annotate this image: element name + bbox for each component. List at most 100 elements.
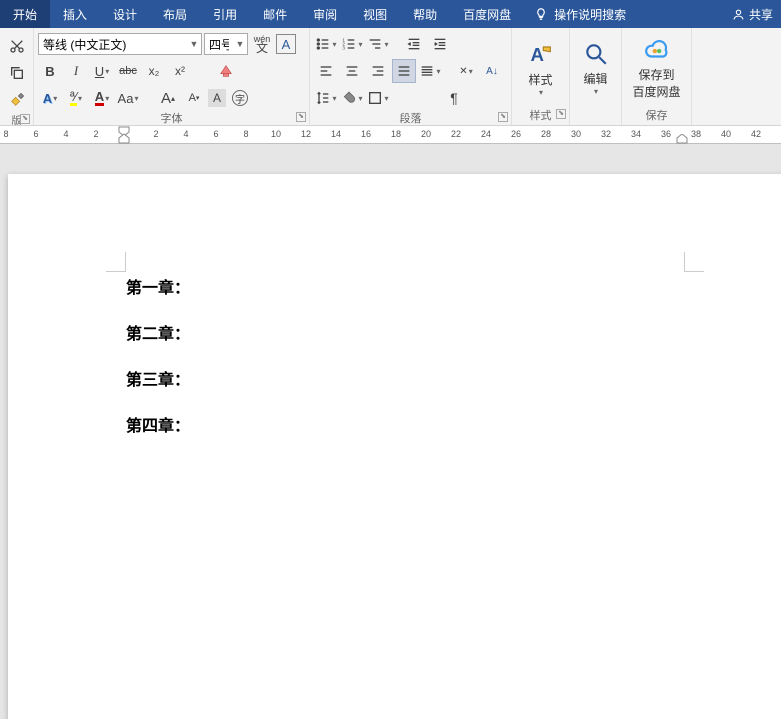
sort-button[interactable]: A↓	[480, 59, 504, 83]
document-canvas[interactable]: 第一章： 第二章： 第三章： 第四章：	[0, 144, 781, 719]
asian-layout-button[interactable]: ✕▾	[454, 59, 478, 83]
font-name-combo[interactable]: ▼	[38, 33, 202, 55]
styles-button[interactable]: A 样式 ▾	[517, 32, 565, 104]
right-indent-marker[interactable]	[676, 134, 688, 144]
cut-button[interactable]	[5, 34, 29, 58]
tab-mailings[interactable]: 邮件	[250, 0, 300, 28]
styles-group-label: 样式 ⬊	[512, 107, 569, 125]
ruler-tick: 36	[661, 129, 671, 139]
font-color-button[interactable]: A▾	[90, 86, 114, 110]
chevron-down-icon: ▾	[539, 88, 543, 97]
share-button[interactable]: 共享	[724, 0, 781, 28]
underline-button[interactable]: U▾	[90, 59, 114, 83]
ruler-tick: 12	[301, 129, 311, 139]
multilevel-list-button[interactable]: ▾	[366, 32, 390, 56]
tab-view[interactable]: 视图	[350, 0, 400, 28]
doc-line[interactable]: 第三章：	[126, 366, 190, 390]
align-right-button[interactable]	[366, 59, 390, 83]
tab-references[interactable]: 引用	[200, 0, 250, 28]
borders-button[interactable]: ▾	[366, 86, 390, 110]
clear-formatting-button[interactable]	[214, 59, 238, 83]
superscript-button[interactable]: x²	[168, 59, 192, 83]
align-left-button[interactable]	[314, 59, 338, 83]
character-border-button[interactable]: A	[276, 34, 296, 54]
decrease-indent-button[interactable]	[402, 32, 426, 56]
format-painter-button[interactable]	[5, 88, 29, 112]
ruler-tick: 40	[721, 129, 731, 139]
chevron-down-icon: ▾	[594, 87, 598, 96]
bold-button[interactable]: B	[38, 59, 62, 83]
ruler-tick: 16	[361, 129, 371, 139]
tell-me[interactable]: 操作说明搜索	[524, 0, 636, 28]
enclose-characters-button[interactable]: 字	[228, 86, 252, 110]
shading-button[interactable]: ▾	[340, 86, 364, 110]
paragraph-group-label: 段落 ⬊	[310, 110, 511, 126]
person-icon	[732, 8, 745, 21]
font-size-dropdown[interactable]: ▼	[233, 39, 247, 49]
ruler-tick: 4	[63, 129, 68, 139]
tab-insert[interactable]: 插入	[50, 0, 100, 28]
tab-baidu[interactable]: 百度网盘	[450, 0, 524, 28]
save-group-label: 保存	[622, 107, 691, 125]
tab-help[interactable]: 帮助	[400, 0, 450, 28]
ruler-tick: 18	[391, 129, 401, 139]
numbering-button[interactable]: 123▾	[340, 32, 364, 56]
grow-font-button[interactable]: A▴	[156, 86, 180, 110]
increase-indent-button[interactable]	[428, 32, 452, 56]
editing-label: 编辑	[583, 70, 607, 87]
clipboard-launcher[interactable]: ⬊	[20, 114, 30, 124]
text-effects-button[interactable]: A▾	[38, 86, 62, 110]
font-size-input[interactable]	[205, 34, 233, 54]
phonetic-guide-button[interactable]: wén文	[250, 32, 274, 56]
line-spacing-button[interactable]: ▾	[314, 86, 338, 110]
paragraph-launcher[interactable]: ⬊	[498, 112, 508, 122]
first-line-indent-marker[interactable]	[118, 126, 130, 144]
margin-corner-tr	[684, 252, 704, 272]
baidu-label-1: 保存到	[638, 66, 674, 83]
doc-line[interactable]: 第二章：	[126, 320, 190, 344]
ruler-tick: 2	[93, 129, 98, 139]
doc-line[interactable]: 第一章：	[126, 274, 190, 298]
font-name-input[interactable]	[39, 34, 187, 54]
tab-layout[interactable]: 布局	[150, 0, 200, 28]
editing-button[interactable]: 编辑 ▾	[574, 32, 617, 104]
tell-me-label: 操作说明搜索	[554, 6, 626, 23]
change-case-button[interactable]: Aa▾	[116, 86, 140, 110]
svg-text:A: A	[530, 44, 543, 65]
shrink-font-button[interactable]: A▾	[182, 86, 206, 110]
doc-line[interactable]: 第四章：	[126, 412, 190, 436]
distributed-button[interactable]: ▾	[418, 59, 442, 83]
document-body[interactable]: 第一章： 第二章： 第三章： 第四章：	[126, 274, 190, 458]
strikethrough-button[interactable]: abc	[116, 59, 140, 83]
tab-home[interactable]: 开始	[0, 0, 50, 28]
align-center-button[interactable]	[340, 59, 364, 83]
justify-button[interactable]	[392, 59, 416, 83]
bullets-button[interactable]: ▾	[314, 32, 338, 56]
tab-review[interactable]: 审阅	[300, 0, 350, 28]
character-shading-button[interactable]: A	[208, 89, 226, 107]
ruler-tick: 6	[213, 129, 218, 139]
highlight-button[interactable]: ª⁄▾	[64, 86, 88, 110]
tab-design[interactable]: 设计	[100, 0, 150, 28]
horizontal-ruler[interactable]: 8 6 4 2 2 4 6 8 10 12 14 16 18 20 22 24 …	[0, 126, 781, 144]
save-to-baidu-button[interactable]: 保存到 百度网盘	[626, 32, 687, 104]
margin-corner-tl	[106, 252, 126, 272]
clipboard-group-label: 版 ⬊	[0, 112, 33, 127]
page[interactable]: 第一章： 第二章： 第三章： 第四章：	[8, 174, 781, 719]
ruler-tick: 22	[451, 129, 461, 139]
font-group-label: 字体 ⬊	[34, 110, 309, 126]
ruler-tick: 38	[691, 129, 701, 139]
ribbon: 版 ⬊ ▼ ▼ wén文 A B I U▾ abc	[0, 28, 781, 126]
ruler-tick: 28	[541, 129, 551, 139]
show-marks-button[interactable]: ¶	[442, 86, 466, 110]
font-launcher[interactable]: ⬊	[296, 112, 306, 122]
font-name-dropdown[interactable]: ▼	[187, 39, 201, 49]
styles-launcher[interactable]: ⬊	[556, 109, 566, 119]
subscript-button[interactable]: x₂	[142, 59, 166, 83]
copy-button[interactable]	[5, 61, 29, 85]
ruler-tick: 6	[33, 129, 38, 139]
italic-button[interactable]: I	[64, 59, 88, 83]
lightbulb-icon	[534, 7, 548, 21]
ruler-tick: 24	[481, 129, 491, 139]
font-size-combo[interactable]: ▼	[204, 33, 248, 55]
